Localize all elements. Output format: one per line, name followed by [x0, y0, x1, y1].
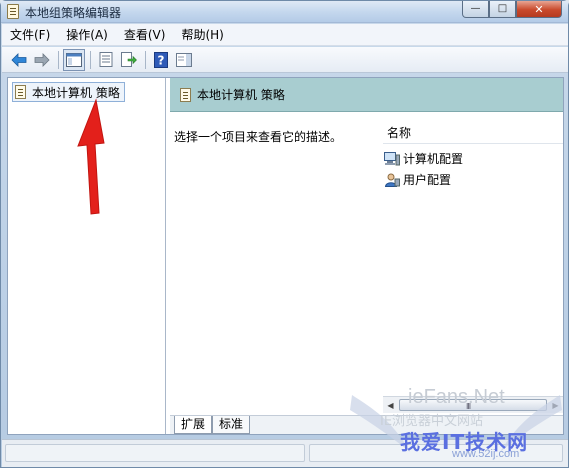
toolbar: ?: [2, 47, 568, 73]
list-item-computer-config[interactable]: 计算机配置: [384, 148, 463, 169]
app-window: 本地组策略编辑器 — □ ✕ 文件(F) 操作(A) 查看(V) 帮助(H) ?…: [0, 0, 569, 468]
menu-bar: 文件(F) 操作(A) 查看(V) 帮助(H): [2, 24, 568, 46]
status-cell: [309, 444, 563, 462]
tree-pane: 本地计算机 策略: [8, 78, 166, 434]
policy-document-icon: [180, 87, 191, 102]
minimize-button[interactable]: —: [462, 1, 489, 18]
toolbar-separator: [58, 50, 59, 69]
title-bar[interactable]: 本地组策略编辑器 — □ ✕: [1, 1, 568, 23]
console-content: 本地计算机 策略 本地计算机 策略 选择一个项目来查看它的描述。 名称 计算机配…: [7, 77, 564, 435]
properties-button[interactable]: [95, 49, 117, 71]
status-cell: [5, 444, 305, 462]
menu-file[interactable]: 文件(F): [2, 24, 58, 46]
tab-standard[interactable]: 标准: [212, 416, 251, 434]
maximize-button[interactable]: □: [489, 1, 516, 18]
help-icon: ?: [154, 51, 168, 68]
export-list-button[interactable]: [118, 49, 140, 71]
export-list-icon: [121, 52, 137, 67]
toolbar-separator: [90, 50, 91, 69]
scroll-right-icon[interactable]: ▶: [548, 398, 563, 412]
show-hide-action-pane-button[interactable]: [173, 49, 195, 71]
properties-icon: [99, 52, 113, 67]
horizontal-scrollbar[interactable]: ◀ III ▶: [383, 396, 563, 413]
close-button[interactable]: ✕: [516, 1, 562, 18]
list-item-user-config[interactable]: 用户配置: [384, 169, 463, 190]
toolbar-separator: [145, 50, 146, 69]
show-hide-action-pane-icon: [176, 52, 192, 67]
window-controls: — □ ✕: [462, 1, 562, 19]
scroll-grip: III: [466, 402, 471, 411]
view-tabs: 扩展 标准: [170, 415, 563, 434]
show-hide-tree-button[interactable]: [63, 48, 85, 71]
forward-button[interactable]: [31, 49, 53, 71]
list-item-label: 计算机配置: [403, 152, 464, 166]
back-arrow-icon: [11, 52, 27, 67]
scroll-thumb[interactable]: III: [399, 399, 547, 411]
description-text: 选择一个项目来查看它的描述。: [174, 130, 343, 144]
column-name-label: 名称: [387, 126, 412, 140]
policy-document-icon: [15, 85, 26, 99]
policy-editor-app-icon: [7, 4, 19, 19]
forward-arrow-icon: [34, 52, 50, 67]
menu-help[interactable]: 帮助(H): [173, 24, 231, 46]
details-header-title: 本地计算机 策略: [197, 88, 285, 102]
list-column-header[interactable]: 名称: [383, 122, 563, 144]
scroll-left-icon[interactable]: ◀: [383, 398, 398, 412]
status-bar: [2, 439, 568, 467]
tree-item-label: 本地计算机 策略: [32, 85, 120, 100]
list-item-label: 用户配置: [403, 173, 452, 187]
tab-extended[interactable]: 扩展: [174, 416, 213, 434]
menu-action[interactable]: 操作(A): [58, 24, 116, 46]
details-header: 本地计算机 策略: [170, 78, 563, 112]
details-list: 计算机配置 用户配置: [384, 148, 463, 190]
show-hide-tree-icon: [66, 52, 82, 67]
svg-text:?: ?: [158, 53, 165, 67]
computer-config-icon: [384, 151, 400, 165]
back-button[interactable]: [8, 49, 30, 71]
help-button[interactable]: ?: [150, 49, 172, 71]
window-title: 本地组策略编辑器: [25, 6, 122, 20]
menu-view[interactable]: 查看(V): [116, 24, 174, 46]
details-pane: 本地计算机 策略 选择一个项目来查看它的描述。 名称 计算机配置 用户配置 ◀ …: [170, 78, 563, 434]
user-config-icon: [384, 173, 400, 187]
tree-item-local-computer-policy[interactable]: 本地计算机 策略: [12, 82, 125, 102]
